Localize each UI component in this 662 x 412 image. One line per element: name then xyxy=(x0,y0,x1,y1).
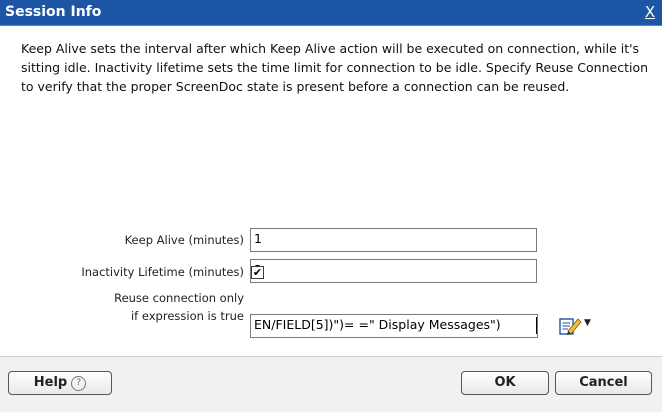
dialog-body: Keep Alive sets the interval after which… xyxy=(0,26,662,356)
expression-editor-icon[interactable] xyxy=(559,316,583,336)
keep-alive-label: Keep Alive (minutes) xyxy=(124,233,244,247)
dialog-title: Session Info xyxy=(5,4,102,20)
text-caret xyxy=(536,317,537,334)
reuse-connection-checkbox[interactable]: ✔ xyxy=(251,266,264,279)
dropdown-arrow-icon[interactable]: ▼ xyxy=(584,318,591,328)
inactivity-lifetime-label: Inactivity Lifetime (minutes) xyxy=(81,265,244,279)
help-button[interactable]: Help? xyxy=(8,371,112,395)
close-icon: X xyxy=(644,3,656,21)
help-button-label: Help xyxy=(33,375,68,390)
keep-alive-input[interactable]: 1 xyxy=(250,228,537,252)
cancel-button[interactable]: Cancel xyxy=(555,371,652,395)
ok-button[interactable]: OK xyxy=(461,371,549,395)
description-text: Keep Alive sets the interval after which… xyxy=(21,41,649,94)
inactivity-lifetime-input[interactable]: 3 xyxy=(250,259,537,283)
close-button[interactable]: X xyxy=(641,3,659,21)
reuse-expression-label: if expression is true xyxy=(130,309,244,323)
checkmark-icon: ✔ xyxy=(252,266,263,279)
help-question-icon: ? xyxy=(71,376,87,391)
reuse-connection-label: Reuse connection only xyxy=(114,291,244,305)
reuse-expression-input[interactable]: EN/FIELD[5])")= =" Display Messages") xyxy=(250,314,538,338)
title-bar: Session Info X xyxy=(0,0,662,26)
dialog-footer: Help? Cancel OK xyxy=(0,356,662,412)
